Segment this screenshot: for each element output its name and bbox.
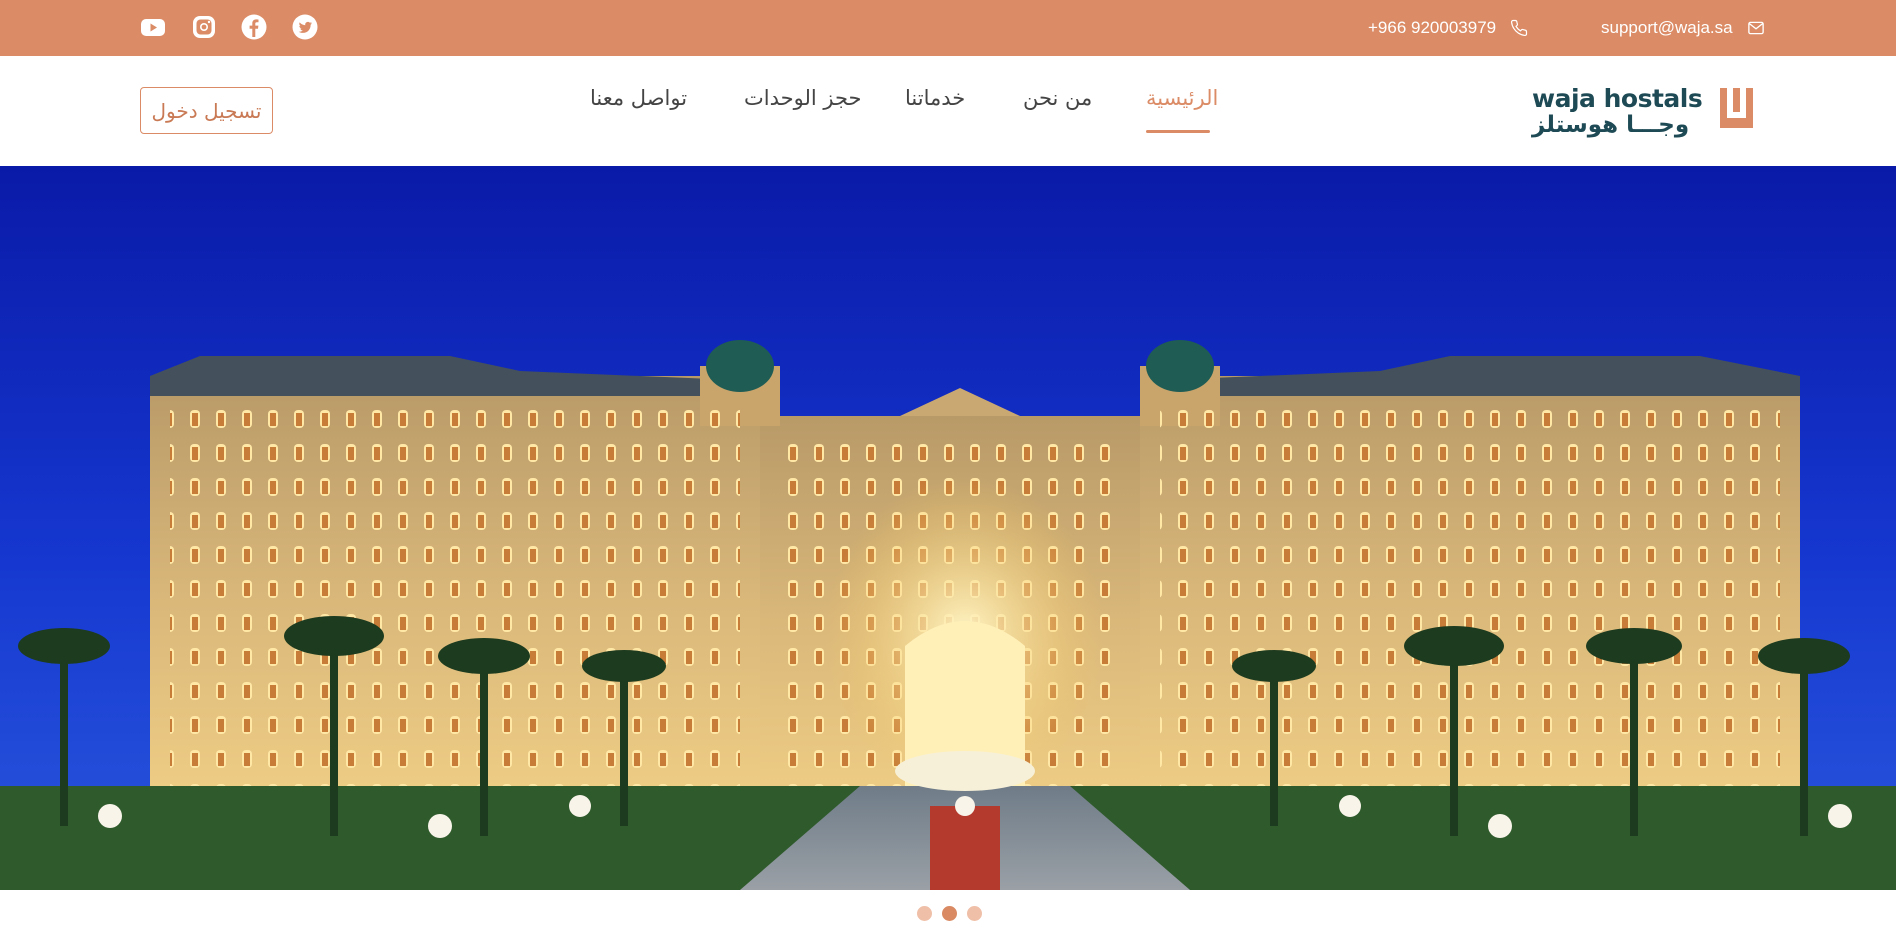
active-nav-indicator [1146,130,1210,133]
mail-icon [1747,21,1764,35]
carousel-dot-1[interactable] [917,906,932,921]
hero-image [0,166,1896,890]
svg-text:waja hostals: waja hostals [1532,84,1702,113]
phone-icon [1511,19,1528,37]
top-bar: +966 920003979 support@waja.sa [0,0,1896,56]
instagram-icon[interactable] [189,12,219,42]
nav-item-contact[interactable]: تواصل معنا [590,86,687,122]
main-navbar: waja hostals وجـــا هوستلز الرئيسية من ن… [0,56,1896,166]
nav-item-home[interactable]: الرئيسية [1146,86,1218,122]
waja-hostals-logo[interactable]: waja hostals وجـــا هوستلز [1530,84,1760,140]
phone-number: +966 920003979 [1368,18,1497,37]
svg-text:وجـــا هوستلز: وجـــا هوستلز [1531,112,1689,138]
carousel-dot-2[interactable] [942,906,957,921]
login-button[interactable]: تسجيل دخول [140,87,273,134]
facebook-icon[interactable] [239,12,269,42]
nav-item-services[interactable]: خدماتنا [905,86,965,122]
phone-contact[interactable]: +966 920003979 [1368,0,1528,56]
nav-item-about[interactable]: من نحن [1023,86,1092,122]
nav-item-book-units[interactable]: حجز الوحدات [744,86,862,122]
youtube-icon[interactable] [138,12,168,42]
carousel-dot-3[interactable] [967,906,982,921]
email-address: support@waja.sa [1601,18,1733,37]
hero-slider[interactable] [0,166,1896,890]
email-contact[interactable]: support@waja.sa [1601,0,1765,56]
twitter-icon[interactable] [290,12,320,42]
